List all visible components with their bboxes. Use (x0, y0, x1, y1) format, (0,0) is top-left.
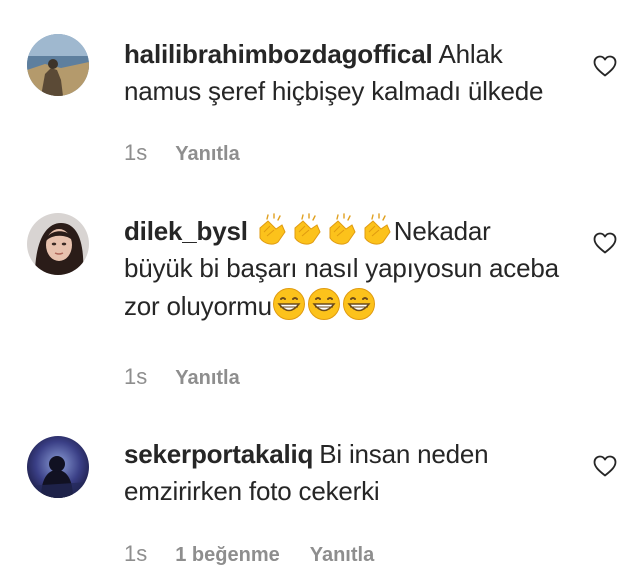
comment-username[interactable]: sekerportakaliq (124, 439, 313, 469)
comment-time[interactable]: 1s (124, 364, 147, 389)
comment-time[interactable]: 1s (124, 140, 147, 165)
avatar[interactable] (27, 436, 89, 498)
comment-text: dilek_bysl Nekadar büyük bi başarı nasıl … (124, 212, 564, 325)
comment-time[interactable]: 1s (124, 541, 147, 566)
grinning-face-icon (342, 287, 376, 321)
clapping-hands-icon (289, 212, 323, 246)
reply-button[interactable]: Yanıtla (175, 367, 239, 389)
comment-meta: 1s Yanıtla (124, 140, 240, 166)
avatar[interactable] (27, 213, 89, 275)
heart-outline-icon[interactable] (593, 232, 617, 254)
comment-username[interactable]: dilek_bysl (124, 216, 248, 246)
comment-text: sekerportakaliq Bi insan neden emzirirken… (124, 436, 564, 510)
comment-text: halilibrahimbozdagoffical Ahlak namus şer… (124, 36, 564, 110)
comment-meta: 1s Yanıtla (124, 364, 240, 390)
clapping-hands-icon (254, 212, 288, 246)
likes-count-button[interactable]: 1 beğenme (175, 544, 279, 566)
heart-outline-icon[interactable] (593, 455, 617, 477)
clapping-hands-icon (359, 212, 393, 246)
avatar[interactable] (27, 34, 89, 96)
grinning-face-icon (307, 287, 341, 321)
reply-button[interactable]: Yanıtla (310, 544, 374, 566)
comment-meta: 1s 1 beğenme Yanıtla (124, 541, 374, 567)
reply-button[interactable]: Yanıtla (175, 143, 239, 165)
comment-username[interactable]: halilibrahimbozdagoffical (124, 39, 433, 69)
grinning-face-icon (272, 287, 306, 321)
heart-outline-icon[interactable] (593, 55, 617, 77)
clapping-hands-icon (324, 212, 358, 246)
